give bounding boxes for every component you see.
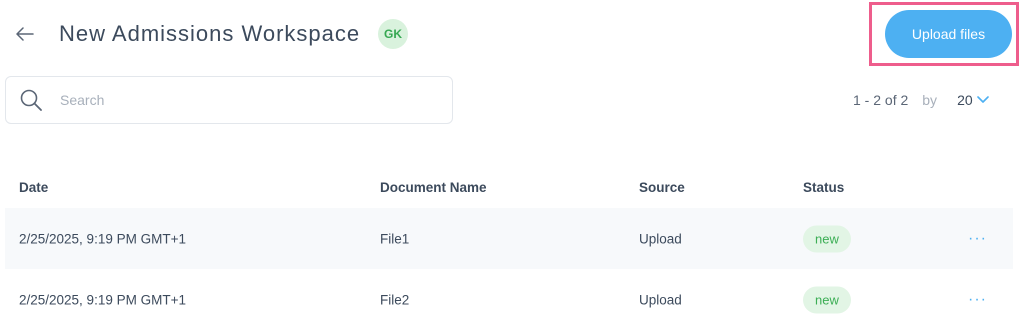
status-badge: new: [803, 286, 851, 313]
search-input[interactable]: [58, 91, 422, 109]
avatar[interactable]: GK: [378, 19, 408, 49]
table-row[interactable]: 2/25/2025, 9:19 PM GMT+1 File2 Upload ne…: [5, 269, 1013, 329]
workspace-page: New Admissions Workspace GK Upload files…: [0, 0, 1025, 329]
column-header-date[interactable]: Date: [19, 180, 48, 195]
row-date: 2/25/2025, 9:19 PM GMT+1: [19, 231, 186, 246]
table-header: Date Document Name Source Status: [5, 170, 1013, 208]
column-header-document-name[interactable]: Document Name: [380, 180, 487, 195]
page-size-select[interactable]: 20: [957, 92, 989, 108]
row-actions-button[interactable]: ···: [968, 230, 987, 248]
row-status: new: [803, 286, 851, 313]
pagination: 1 - 2 of 2 by 20: [853, 92, 989, 108]
page-title: New Admissions Workspace: [59, 21, 361, 46]
status-badge: new: [803, 225, 851, 252]
pagination-by-label: by: [922, 92, 938, 108]
chevron-down-icon: [976, 96, 989, 104]
column-header-status[interactable]: Status: [803, 180, 844, 195]
arrow-left-icon: [16, 27, 34, 41]
row-document-name[interactable]: File1: [380, 231, 409, 246]
back-button[interactable]: [12, 22, 38, 46]
search-box[interactable]: [5, 76, 453, 124]
table-row[interactable]: 2/25/2025, 9:19 PM GMT+1 File1 Upload ne…: [5, 208, 1013, 269]
search-icon: [18, 87, 44, 113]
upload-files-button[interactable]: Upload files: [885, 10, 1012, 58]
row-status: new: [803, 225, 851, 252]
pagination-range: 1 - 2 of 2: [853, 92, 909, 108]
page-size-value: 20: [957, 92, 973, 108]
column-header-source[interactable]: Source: [639, 180, 685, 195]
row-actions-button[interactable]: ···: [968, 291, 987, 309]
row-source: Upload: [639, 292, 682, 307]
row-source: Upload: [639, 231, 682, 246]
documents-table: Date Document Name Source Status 2/25/20…: [5, 170, 1013, 329]
row-date: 2/25/2025, 9:19 PM GMT+1: [19, 292, 186, 307]
row-document-name[interactable]: File2: [380, 292, 409, 307]
